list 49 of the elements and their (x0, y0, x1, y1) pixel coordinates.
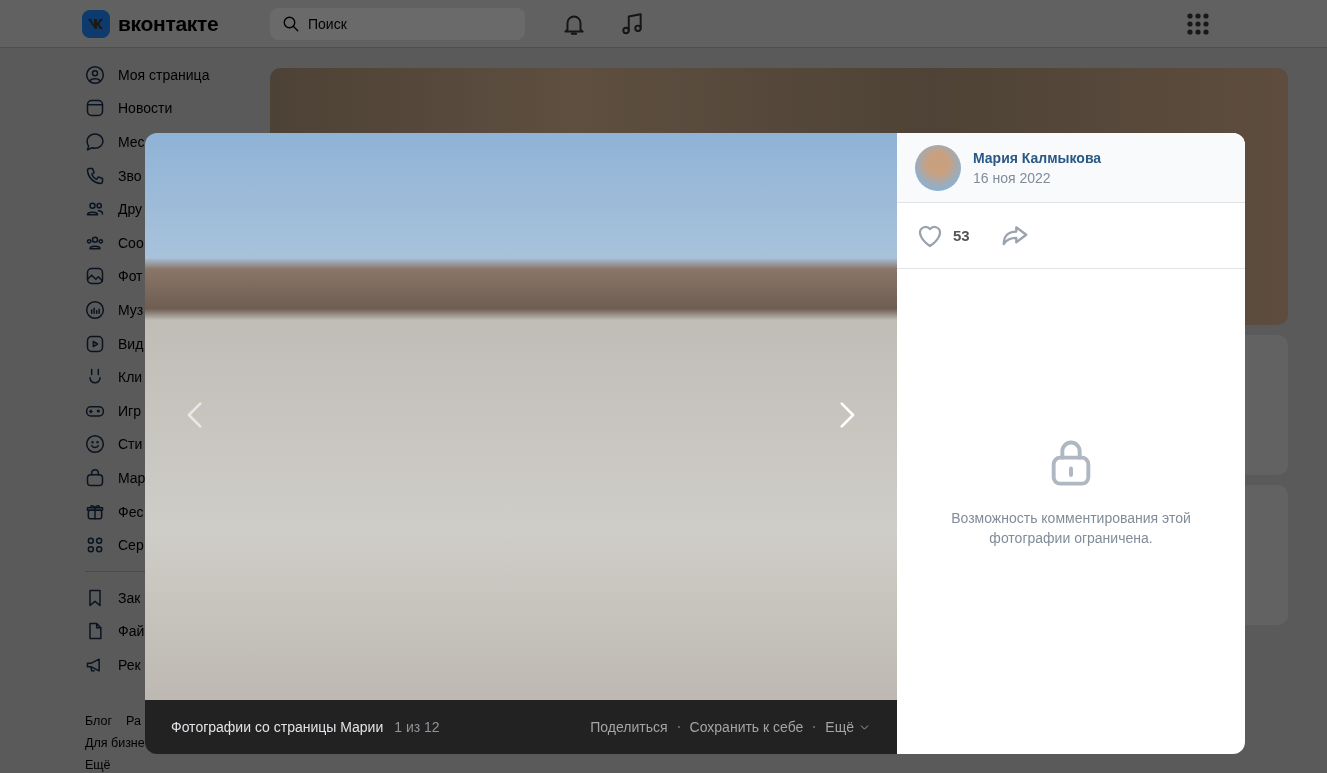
footer-link[interactable]: Блог (85, 713, 112, 728)
smiley-icon (85, 434, 105, 455)
news-icon (85, 98, 105, 119)
sidebar-item[interactable]: Фес (85, 494, 144, 529)
sidebar-item[interactable]: Сти (85, 427, 143, 462)
sidebar-item[interactable]: Мес (85, 125, 145, 159)
footer-link[interactable]: Для бизне (85, 735, 145, 750)
sidebar-item[interactable]: Рек (85, 648, 141, 682)
sidebar-item[interactable]: Вид (85, 326, 144, 361)
author-name[interactable]: Мария Калмыкова (973, 149, 1102, 166)
footer-link[interactable]: Ещё (85, 757, 111, 772)
sidebar-item[interactable]: Муз (85, 293, 144, 327)
footer-link[interactable]: Ра (126, 713, 141, 728)
comments-restricted-text: Возможность комментирования этой фотографии ограничена. (950, 508, 1192, 548)
photo-action-link[interactable]: Поделиться (590, 719, 668, 735)
search-field[interactable]: Поиск (270, 7, 525, 40)
apps-button[interactable] (1187, 12, 1209, 35)
music-chart-icon (85, 299, 105, 320)
user-circle-icon (85, 64, 105, 85)
more-menu-button[interactable]: Ещё (825, 719, 871, 735)
logo-text: вконтакте (118, 11, 219, 36)
sidebar-item[interactable]: Фай (85, 614, 145, 649)
video-icon (85, 333, 105, 354)
sidebar-item[interactable]: Фот (85, 259, 143, 294)
sidebar-item[interactable]: Зак (85, 580, 141, 615)
post-date: 16 ноя 2022 (973, 169, 1052, 186)
music-note-icon (619, 10, 645, 37)
sidebar-item[interactable]: Сер (85, 528, 144, 562)
sidebar-item[interactable]: Кли (85, 360, 143, 394)
sidebar-item[interactable]: Игр (85, 393, 141, 428)
grid-dots-icon (1187, 12, 1209, 35)
sidebar-item[interactable]: Зво (85, 158, 142, 193)
photo-action-link[interactable]: Сохранить к себе (689, 719, 804, 735)
sidebar-item[interactable]: Соо (85, 225, 144, 260)
chat-bubble-icon (85, 132, 105, 152)
sidebar-item[interactable]: Мар (85, 461, 146, 495)
photo-counter: 1 из 12 (394, 719, 440, 735)
sidebar-item[interactable]: Дру (85, 192, 143, 226)
sidebar-item[interactable]: Моя страница (85, 58, 210, 92)
image-icon (85, 266, 105, 287)
search-icon (282, 14, 300, 33)
shopping-bag-icon (85, 467, 105, 488)
avatar[interactable] (915, 144, 961, 191)
album-title: Фотографии со страницы Марии (171, 719, 384, 735)
sidebar-item[interactable]: Новости (85, 91, 173, 126)
phone-icon (85, 165, 105, 186)
music-button[interactable] (619, 10, 645, 37)
vk-logo-icon[interactable] (82, 9, 110, 38)
like-button[interactable]: 53 (915, 220, 970, 251)
